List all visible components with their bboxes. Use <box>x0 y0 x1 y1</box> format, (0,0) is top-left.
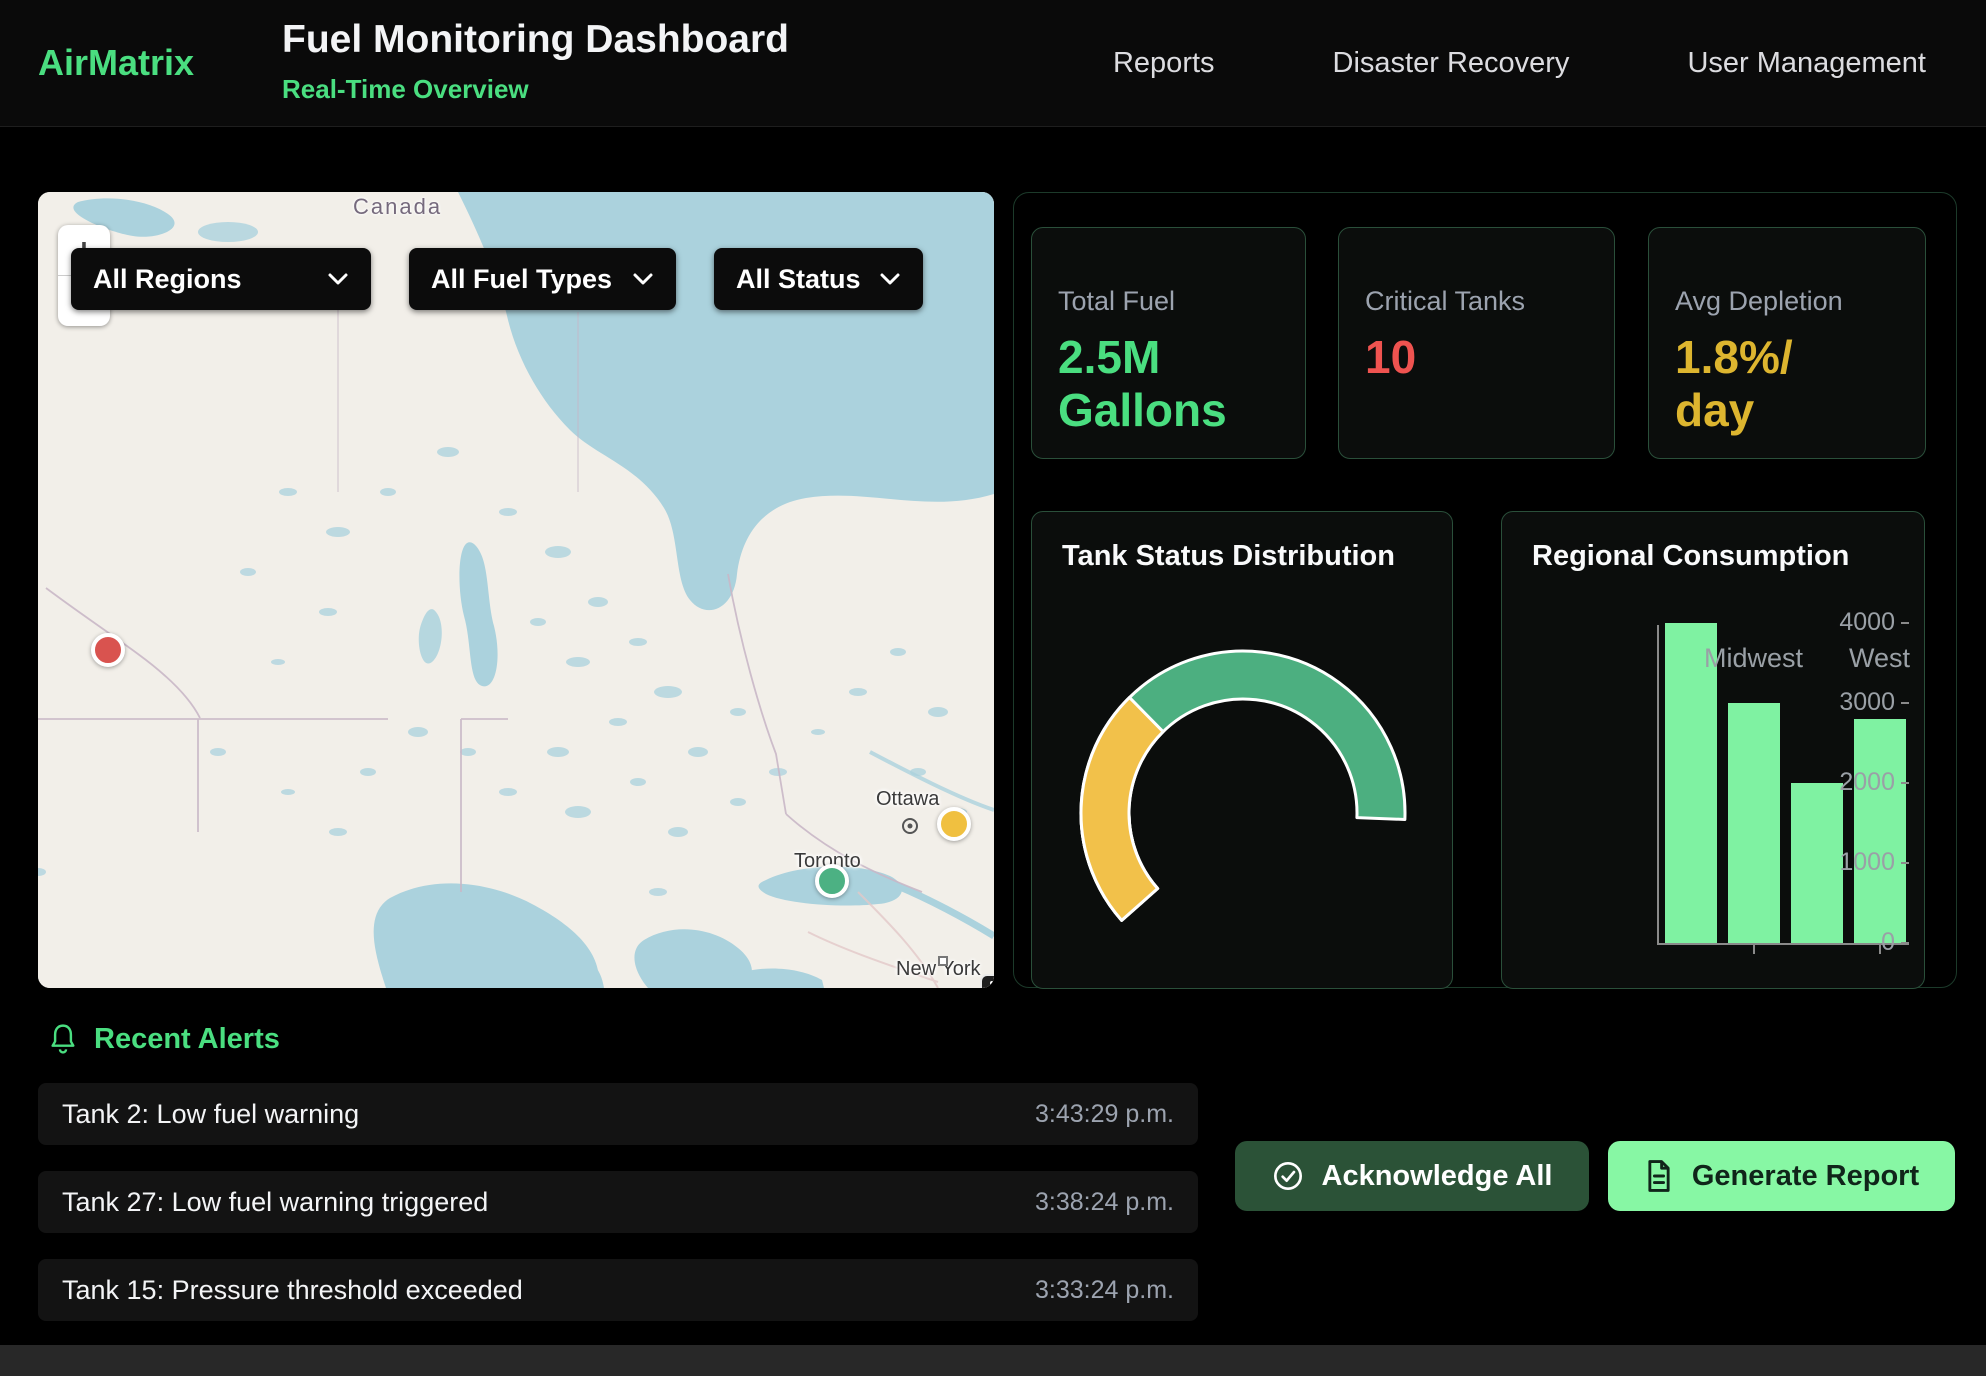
y-axis-label: 4000 <box>1775 608 1895 637</box>
alert-row[interactable]: Tank 15: Pressure threshold exceeded 3:3… <box>38 1259 1198 1321</box>
document-icon <box>1644 1159 1674 1193</box>
stat-label: Critical Tanks <box>1365 286 1614 317</box>
footer-bar <box>0 1345 1986 1376</box>
stat-value: 10 <box>1365 331 1614 384</box>
ottawa-city-dot <box>901 817 919 835</box>
fuel-type-filter-dropdown[interactable]: All Fuel Types <box>409 248 676 310</box>
regional-consumption-bar-chart: MidwestWest01000200030004000 <box>1657 625 1909 945</box>
tank-status-chart-card: Tank Status Distribution <box>1031 511 1453 989</box>
chart-title: Tank Status Distribution <box>1062 540 1395 573</box>
bar-Midwest[interactable] <box>1728 703 1780 943</box>
chevron-down-icon <box>879 272 901 286</box>
nav-item-disaster-recovery[interactable]: Disaster Recovery <box>1333 47 1570 80</box>
chevron-down-icon <box>327 272 349 286</box>
regional-consumption-chart-card: Regional Consumption MidwestWest01000200… <box>1501 511 1925 989</box>
y-axis-label: 1000 <box>1775 848 1895 877</box>
nav-item-user-management[interactable]: User Management <box>1687 47 1926 80</box>
y-axis-tick <box>1901 942 1909 944</box>
map-filter-bar: All Regions All Fuel Types All Status <box>71 248 923 310</box>
acknowledge-all-label: Acknowledge All <box>1322 1160 1553 1193</box>
generate-report-button[interactable]: Generate Report <box>1608 1141 1955 1211</box>
page-title: Fuel Monitoring Dashboard <box>282 18 789 62</box>
alert-message: Tank 2: Low fuel warning <box>62 1099 359 1130</box>
stat-card-avg-depletion: Avg Depletion 1.8%/ day <box>1648 227 1926 459</box>
fuel-type-filter-value: All Fuel Types <box>431 264 612 295</box>
chevron-down-icon <box>632 272 654 286</box>
overview-panel: Total Fuel 2.5M Gallons Critical Tanks 1… <box>1013 192 1957 988</box>
y-axis-tick <box>1901 782 1909 784</box>
acknowledge-all-button[interactable]: Acknowledge All <box>1235 1141 1589 1211</box>
y-axis-tick <box>1901 702 1909 704</box>
stat-value: 1.8%/ day <box>1675 331 1925 437</box>
alert-message: Tank 27: Low fuel warning triggered <box>62 1187 488 1218</box>
drag-dots-icon <box>988 979 994 988</box>
alerts-title: Recent Alerts <box>94 1023 280 1056</box>
map-label-ottawa: Ottawa <box>876 788 939 811</box>
stat-label: Avg Depletion <box>1675 286 1925 317</box>
stat-card-total-fuel: Total Fuel 2.5M Gallons <box>1031 227 1306 459</box>
y-axis-label: 3000 <box>1775 688 1895 717</box>
status-filter-dropdown[interactable]: All Status <box>714 248 923 310</box>
alert-timestamp: 3:38:24 p.m. <box>1035 1188 1174 1217</box>
tank-marker-warning[interactable] <box>937 807 971 841</box>
region-filter-dropdown[interactable]: All Regions <box>71 248 371 310</box>
main-nav: Reports Disaster Recovery User Managemen… <box>1113 0 1926 127</box>
fuel-monitoring-dashboard: AirMatrix Fuel Monitoring Dashboard Real… <box>0 0 1986 1376</box>
x-axis-tick <box>1753 945 1755 954</box>
tank-marker-normal[interactable] <box>815 864 849 898</box>
brand-logo: AirMatrix <box>38 42 194 84</box>
x-axis-label: West <box>1800 643 1960 674</box>
page-subtitle: Real-Time Overview <box>282 74 529 105</box>
region-filter-value: All Regions <box>93 264 242 295</box>
nav-item-reports[interactable]: Reports <box>1113 47 1215 80</box>
doughnut-segment-warning[interactable] <box>1081 697 1163 920</box>
y-axis-label: 2000 <box>1775 768 1895 797</box>
alert-row[interactable]: Tank 27: Low fuel warning triggered 3:38… <box>38 1171 1198 1233</box>
newyork-city-dot <box>938 956 948 966</box>
y-axis-tick <box>1901 862 1909 864</box>
alert-timestamp: 3:43:29 p.m. <box>1035 1100 1174 1129</box>
stat-value: 2.5M Gallons <box>1058 331 1305 437</box>
tank-status-doughnut-chart <box>1032 512 1454 990</box>
map-label-canada: Canada <box>353 194 442 220</box>
alert-row[interactable]: Tank 2: Low fuel warning 3:43:29 p.m. <box>38 1083 1198 1145</box>
generate-report-label: Generate Report <box>1692 1160 1919 1193</box>
stat-card-critical-tanks: Critical Tanks 10 <box>1338 227 1615 459</box>
y-axis-label: 0 <box>1775 928 1895 957</box>
tank-marker-critical[interactable] <box>91 633 125 667</box>
alerts-header: Recent Alerts <box>48 1022 280 1056</box>
map-resize-handle[interactable] <box>980 974 994 988</box>
status-filter-value: All Status <box>736 264 861 295</box>
y-axis-tick <box>1901 622 1909 624</box>
map-panel[interactable]: Canada Ottawa Toronto New York + − All R… <box>38 192 994 988</box>
bar-West[interactable] <box>1854 719 1906 943</box>
chart-title: Regional Consumption <box>1532 540 1849 573</box>
bell-icon <box>48 1022 78 1056</box>
alert-timestamp: 3:33:24 p.m. <box>1035 1276 1174 1305</box>
check-circle-icon <box>1272 1160 1304 1192</box>
stat-label: Total Fuel <box>1058 286 1305 317</box>
alert-message: Tank 15: Pressure threshold exceeded <box>62 1275 523 1306</box>
app-header: AirMatrix Fuel Monitoring Dashboard Real… <box>0 0 1986 127</box>
